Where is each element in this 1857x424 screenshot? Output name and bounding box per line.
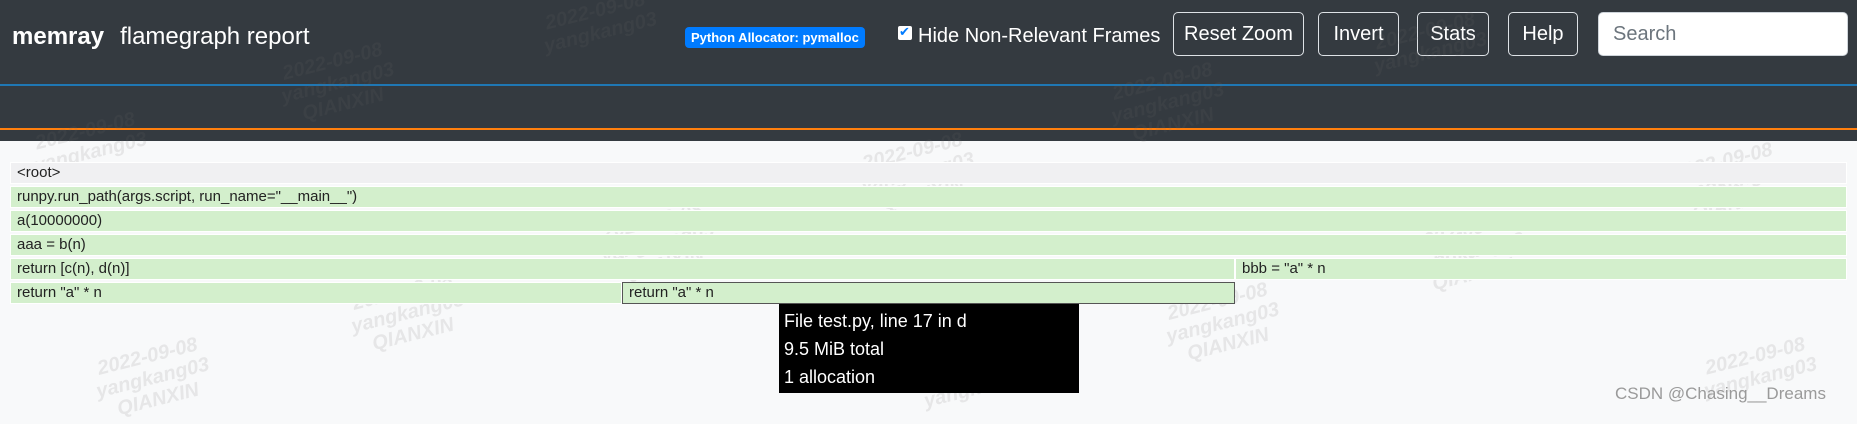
flame-frame[interactable]: return [c(n), d(n)] xyxy=(10,258,1235,280)
tooltip-allocations: 1 allocation xyxy=(784,367,876,387)
allocator-badge: Python Allocator: pymalloc xyxy=(685,27,865,48)
flame-frame[interactable]: runpy.run_path(args.script, run_name="__… xyxy=(10,186,1847,208)
memory-timeline-line xyxy=(0,128,1857,130)
hide-frames-checkbox[interactable]: ✔ xyxy=(898,24,912,40)
navbar: memray flamegraph report Python Allocator… xyxy=(0,0,1857,141)
flame-frame[interactable]: bbb = "a" * n xyxy=(1235,258,1847,280)
help-button[interactable]: Help xyxy=(1508,12,1578,56)
flame-frame[interactable]: return "a" * n xyxy=(10,282,622,304)
tooltip-total: 9.5 MiB total xyxy=(784,339,885,359)
search-input[interactable]: Search xyxy=(1598,12,1848,56)
flame-frame-hovered[interactable]: return "a" * n xyxy=(622,282,1235,304)
hide-frames-label: Hide Non-Relevant Frames xyxy=(918,25,1161,47)
brand: memray flamegraph report xyxy=(12,20,310,54)
memory-timeline-line xyxy=(0,84,1857,86)
app-name: memray xyxy=(12,23,105,50)
flame-frame[interactable]: aaa = b(n) xyxy=(10,234,1847,256)
report-title: flamegraph report xyxy=(120,23,310,50)
watermark: 2022-09-08 yangkang03 QIANXIN xyxy=(94,333,212,421)
flame-frame[interactable]: a(10000000) xyxy=(10,210,1847,232)
credit-text: CSDN @Chasing__Dreams xyxy=(1615,384,1826,403)
stats-button[interactable]: Stats xyxy=(1417,12,1489,56)
checkmark-icon: ✔ xyxy=(899,24,910,39)
watermark: 2022-09-08 yangkang03 QIANXIN xyxy=(349,269,467,356)
reset-zoom-button[interactable]: Reset Zoom xyxy=(1173,12,1304,56)
hide-frames-toggle[interactable]: ✔ Hide Non-Relevant Frames xyxy=(898,23,1160,49)
flame-frame[interactable]: <root> xyxy=(10,162,1847,184)
frame-tooltip: File test.py, line 17 in d 9.5 MiB total… xyxy=(779,304,1079,393)
tooltip-location: File test.py, line 17 in d xyxy=(784,311,967,331)
invert-button[interactable]: Invert xyxy=(1318,12,1399,56)
